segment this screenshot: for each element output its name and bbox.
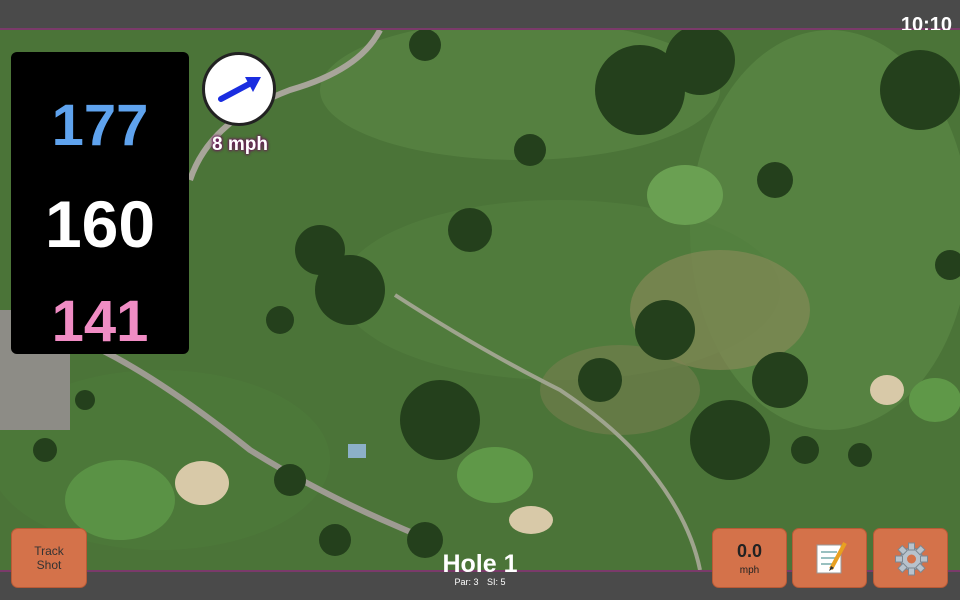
- shelter: [348, 444, 366, 458]
- green: [457, 447, 533, 503]
- track-shot-button[interactable]: Track Shot: [11, 528, 87, 588]
- hole-title: Hole 1: [442, 550, 518, 578]
- front-distance: 141: [51, 289, 149, 354]
- settings-button[interactable]: [873, 528, 948, 588]
- speed-value: 0.0: [736, 541, 763, 561]
- bunker: [175, 461, 229, 505]
- arrow-icon: [218, 77, 261, 102]
- distance-panel: 177 160 141: [11, 52, 189, 354]
- wind-speed-label: 8 mph: [212, 134, 268, 155]
- green: [909, 378, 960, 422]
- stroke-index-label: SI: 5: [487, 577, 506, 587]
- speed-button[interactable]: 0.0 mph: [712, 528, 787, 588]
- notes-button[interactable]: [792, 528, 867, 588]
- track-shot-label: Track Shot: [34, 544, 64, 572]
- course-map[interactable]: 177 160 141 8 mph: [0, 30, 960, 570]
- notepad-icon: [816, 542, 847, 574]
- wind-indicator[interactable]: [202, 52, 276, 126]
- green: [647, 165, 723, 225]
- bunker: [870, 375, 904, 405]
- hole-info: Par: 3 SI: 5: [380, 577, 580, 587]
- back-distance: 177: [51, 93, 149, 158]
- dirt-area: [540, 345, 700, 435]
- par-label: Par: 3: [454, 577, 479, 587]
- status-bar: 10:10: [0, 0, 960, 36]
- speed-unit: mph: [739, 565, 760, 576]
- gear-icon: [895, 542, 928, 576]
- bunker: [509, 506, 553, 534]
- middle-distance: 160: [44, 187, 156, 261]
